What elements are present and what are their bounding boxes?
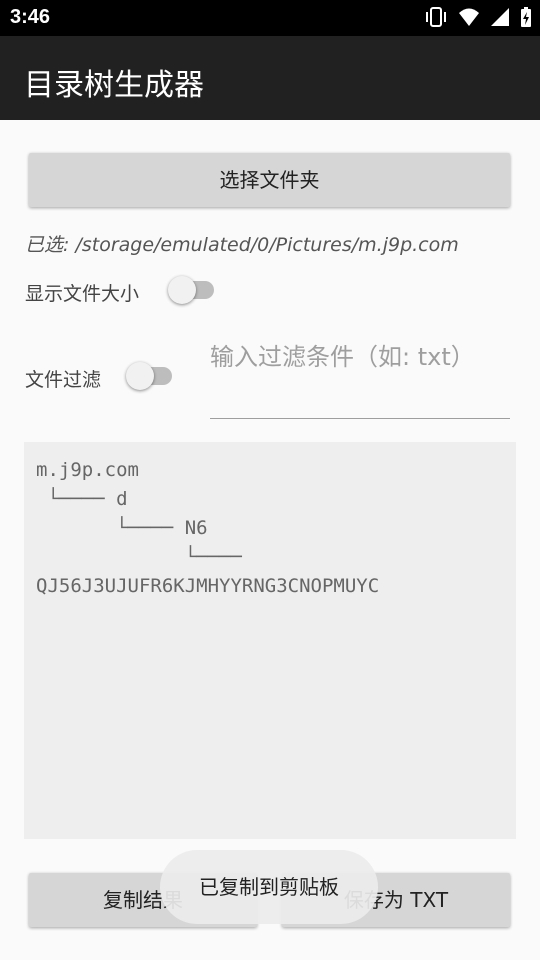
status-time: 3:46 (10, 6, 51, 28)
vibrate-icon (426, 7, 446, 27)
result-area[interactable]: m.j9p.com └──── d └──── N6 └──── QJ56J3U… (24, 442, 516, 839)
toast: 已复制到剪贴板 (160, 850, 378, 924)
filter-input[interactable]: 输入过滤条件（如: txt） (210, 336, 510, 419)
switch-thumb (168, 276, 196, 304)
toast-message: 已复制到剪贴板 (199, 875, 339, 899)
wifi-icon (459, 8, 479, 26)
select-folder-label: 选择文件夹 (219, 168, 320, 192)
switch-thumb (126, 362, 154, 390)
show-size-label: 显示文件大小 (25, 283, 140, 305)
signal-icon (491, 8, 509, 26)
show-size-switch[interactable] (168, 276, 218, 304)
file-filter-switch[interactable] (126, 362, 176, 390)
status-bar: 3:46 (0, 0, 540, 36)
select-folder-button[interactable]: 选择文件夹 (29, 153, 510, 207)
app-bar: 目录树生成器 (0, 36, 540, 120)
status-icons (424, 6, 532, 28)
filter-placeholder: 输入过滤条件（如: txt） (210, 343, 475, 371)
app-title: 目录树生成器 (24, 68, 204, 103)
battery-charging-icon (521, 7, 531, 27)
result-text: m.j9p.com └──── d └──── N6 └──── QJ56J3U… (36, 459, 380, 597)
file-filter-label: 文件过滤 (25, 369, 102, 391)
selected-path: 已选: /storage/emulated/0/Pictures/m.j9p.c… (25, 234, 459, 256)
